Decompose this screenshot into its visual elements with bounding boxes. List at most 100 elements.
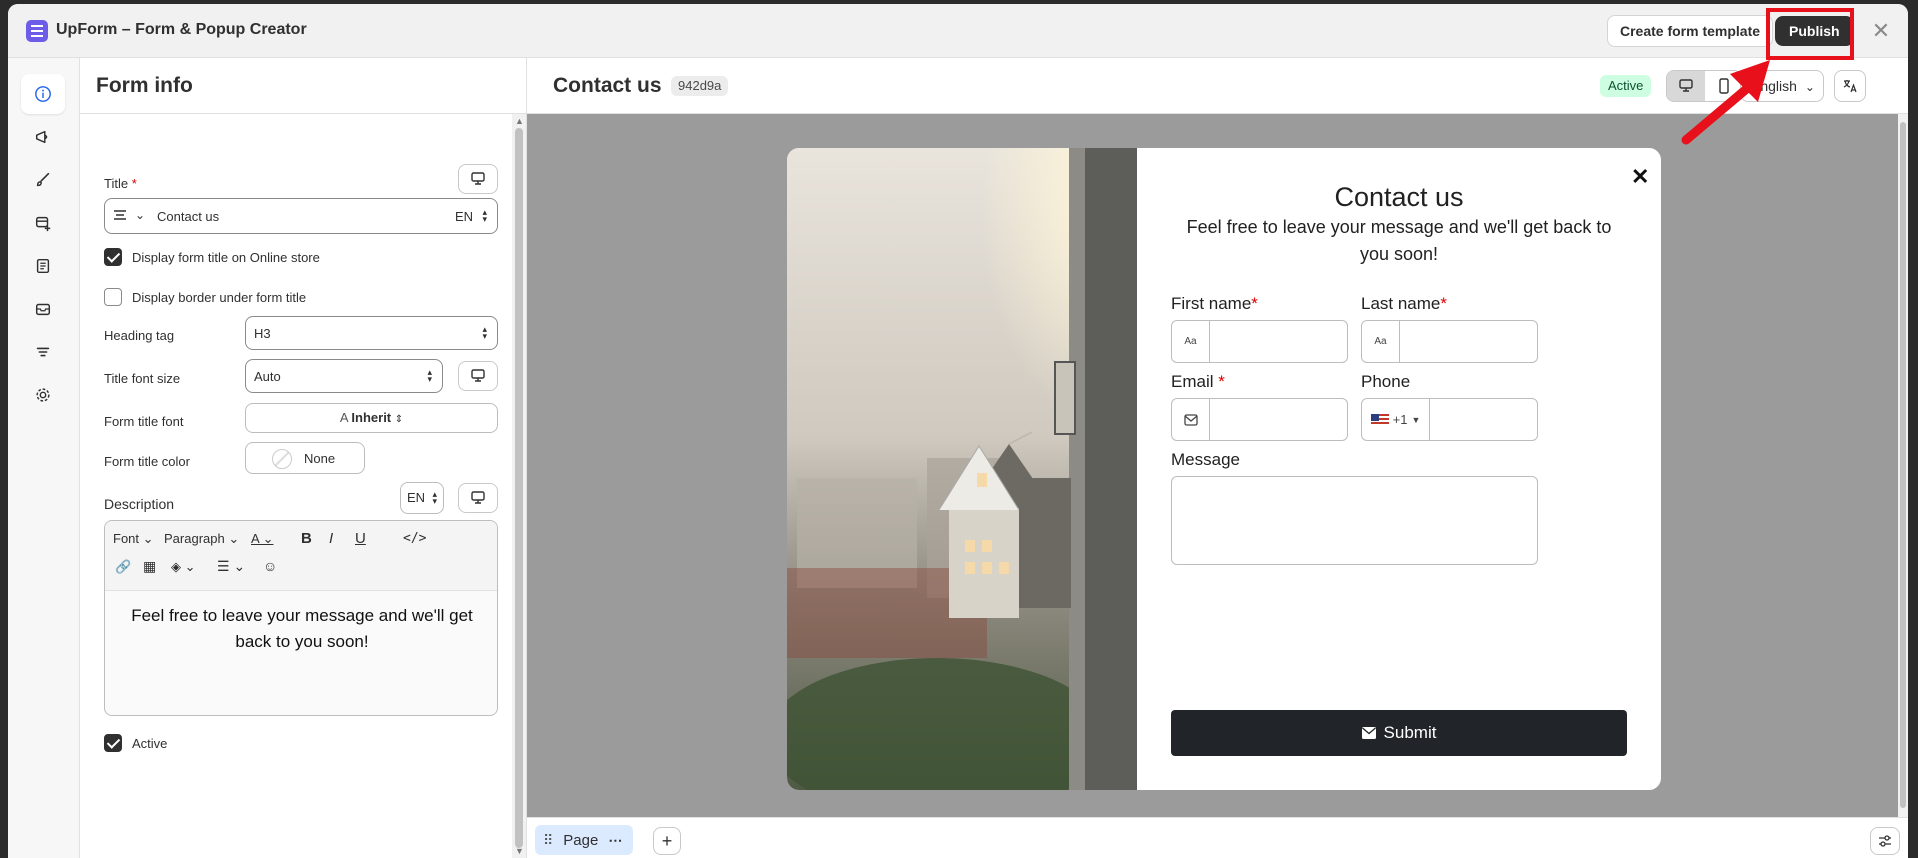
align-dropdown-icon[interactable]: ☰ ⌄ — [217, 558, 245, 575]
title-font-size-select[interactable]: Auto ▴ ▾ — [245, 359, 443, 393]
device-toggle-group — [1666, 70, 1742, 102]
last-name-input[interactable]: Aa — [1361, 320, 1538, 363]
drag-handle-icon[interactable]: ⠿ — [543, 832, 553, 849]
form-title-color-picker[interactable]: None — [245, 442, 365, 474]
updown-icon: ▴ ▾ — [427, 367, 432, 384]
title-device-toggle[interactable] — [458, 164, 498, 194]
form-title-color-label: Form title color — [104, 454, 190, 469]
rail-submissions-button[interactable] — [21, 246, 65, 286]
bold-icon[interactable]: B — [301, 530, 312, 547]
popup-title: Contact us — [1334, 182, 1464, 212]
envelope-icon — [1361, 727, 1376, 739]
rail-marketing-button[interactable] — [21, 117, 65, 157]
form-id-badge: 942d9a — [671, 76, 729, 96]
email-input[interactable] — [1171, 398, 1348, 441]
app-title: UpForm – Form & Popup Creator — [56, 21, 307, 38]
scroll-up-icon[interactable]: ▲ — [515, 116, 524, 126]
desktop-icon — [471, 172, 485, 185]
app-logo-icon — [26, 20, 48, 42]
page-tab[interactable]: ⠿ Page ⋯ — [535, 825, 633, 855]
app-window: UpForm – Form & Popup Creator Create for… — [8, 4, 1908, 858]
translate-button[interactable] — [1834, 70, 1866, 102]
create-form-template-button[interactable]: Create form template — [1607, 15, 1774, 47]
megaphone-icon — [35, 130, 48, 144]
submit-button[interactable]: Submit — [1171, 710, 1627, 756]
envelope-icon — [1172, 399, 1210, 440]
preview-canvas: ✕ Contact us Feel free to leave your mes… — [527, 114, 1908, 817]
first-name-label: First name* — [1171, 294, 1258, 313]
phone-input[interactable]: +1 ▼ — [1361, 398, 1538, 441]
first-name-input[interactable]: Aa — [1171, 320, 1348, 363]
rail-style-button[interactable] — [21, 160, 65, 200]
panel-title: Form info — [96, 74, 193, 97]
sliders-icon — [1879, 835, 1891, 847]
rail-info-button[interactable] — [21, 74, 65, 114]
fill-color-icon[interactable]: ◈ ⌄ — [171, 559, 196, 575]
title-input[interactable]: ⌄ Contact us EN ▴ ▾ — [104, 198, 498, 234]
add-form-icon — [35, 216, 51, 232]
panel-body: Title * ⌄ Contact us EN ▴ ▾ Display form … — [80, 114, 510, 858]
text-color-icon[interactable]: A ⌄ — [251, 531, 273, 547]
more-options-icon[interactable]: ⋯ — [608, 832, 622, 849]
publish-button[interactable]: Publish — [1775, 16, 1854, 46]
heading-tag-value: H3 — [254, 326, 271, 341]
scroll-down-icon[interactable]: ▼ — [515, 846, 524, 856]
updown-icon: ▴ ▾ — [432, 489, 437, 506]
active-checkbox[interactable] — [104, 734, 122, 752]
panel-scroll-thumb[interactable] — [515, 128, 523, 848]
rail-email-button[interactable] — [21, 289, 65, 329]
desktop-icon — [471, 369, 485, 382]
panel-scrollbar[interactable]: ▲ ▼ — [512, 114, 526, 858]
italic-icon[interactable]: I — [329, 530, 333, 547]
phone-label: Phone — [1361, 372, 1411, 391]
emoji-icon[interactable]: ☺ — [263, 558, 277, 574]
desktop-icon — [1679, 79, 1693, 92]
heading-tag-select[interactable]: H3 ▴ ▾ — [245, 316, 498, 350]
table-icon[interactable]: ▦ — [143, 558, 156, 575]
underline-icon[interactable]: U — [355, 530, 366, 547]
description-editor[interactable]: Font ⌄ Paragraph ⌄ A ⌄ B I U </> 🔗 ▦ ◈ ⌄… — [104, 520, 498, 716]
rail-settings-button[interactable] — [21, 375, 65, 415]
code-icon[interactable]: </> — [403, 531, 426, 546]
editor-content[interactable]: Feel free to leave your message and we'l… — [121, 603, 483, 655]
status-badge: Active — [1600, 75, 1652, 97]
font-dropdown[interactable]: Font ⌄ — [113, 531, 154, 547]
editor-header: Contact us 942d9a Active English ⌄ — [527, 58, 1908, 114]
page-settings-button[interactable] — [1870, 827, 1900, 855]
rail-add-form-button[interactable] — [21, 203, 65, 243]
phone-code: +1 — [1392, 412, 1408, 427]
popup-image — [787, 148, 1137, 790]
display-title-label: Display form title on Online store — [132, 250, 320, 265]
title-lang[interactable]: EN — [455, 209, 473, 224]
language-select[interactable]: English ⌄ — [1740, 70, 1824, 102]
mobile-preview-button[interactable] — [1705, 71, 1741, 101]
description-label: Description — [104, 496, 175, 512]
form-info-panel: Form info Title * ⌄ Contact us EN ▴ ▾ Dis… — [80, 58, 527, 858]
active-label: Active — [132, 736, 168, 751]
description-lang-select[interactable]: EN ▴ ▾ — [400, 482, 444, 514]
close-icon[interactable]: ✕ — [1870, 20, 1892, 42]
gear-icon — [36, 388, 50, 402]
message-textarea[interactable] — [1171, 476, 1538, 565]
align-chevron-icon[interactable]: ⌄ — [135, 208, 145, 222]
font-size-device-toggle[interactable] — [458, 361, 498, 391]
mobile-icon — [1719, 78, 1729, 94]
desktop-preview-button[interactable] — [1667, 71, 1705, 101]
updown-icon: ⇕ — [394, 414, 404, 425]
link-icon[interactable]: 🔗 — [115, 559, 131, 575]
color-swatch — [272, 449, 292, 469]
display-border-checkbox[interactable] — [104, 288, 122, 306]
rail-filter-button[interactable] — [21, 332, 65, 372]
popup-description: Feel free to leave your message and we'l… — [1186, 217, 1612, 264]
title-label: Title * — [104, 176, 137, 191]
paragraph-dropdown[interactable]: Paragraph ⌄ — [164, 531, 239, 547]
form-title-font-select[interactable]: A Inherit ⇕ — [245, 403, 498, 433]
canvas-scrollbar[interactable] — [1898, 114, 1908, 817]
display-title-checkbox[interactable] — [104, 248, 122, 266]
text-field-icon: Aa — [1362, 321, 1400, 362]
description-device-toggle[interactable] — [458, 483, 498, 513]
email-label: Email * — [1171, 372, 1225, 391]
align-icon[interactable] — [113, 208, 127, 225]
add-page-button[interactable]: + — [653, 827, 681, 855]
country-code-select[interactable]: +1 ▼ — [1362, 399, 1430, 440]
